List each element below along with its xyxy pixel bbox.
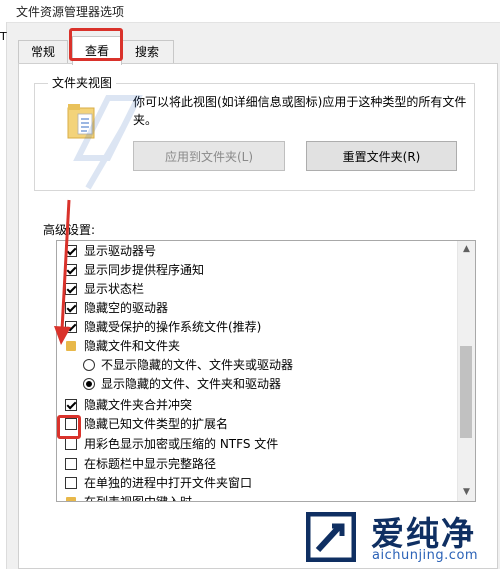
red-arrow-annotation [54,199,71,345]
